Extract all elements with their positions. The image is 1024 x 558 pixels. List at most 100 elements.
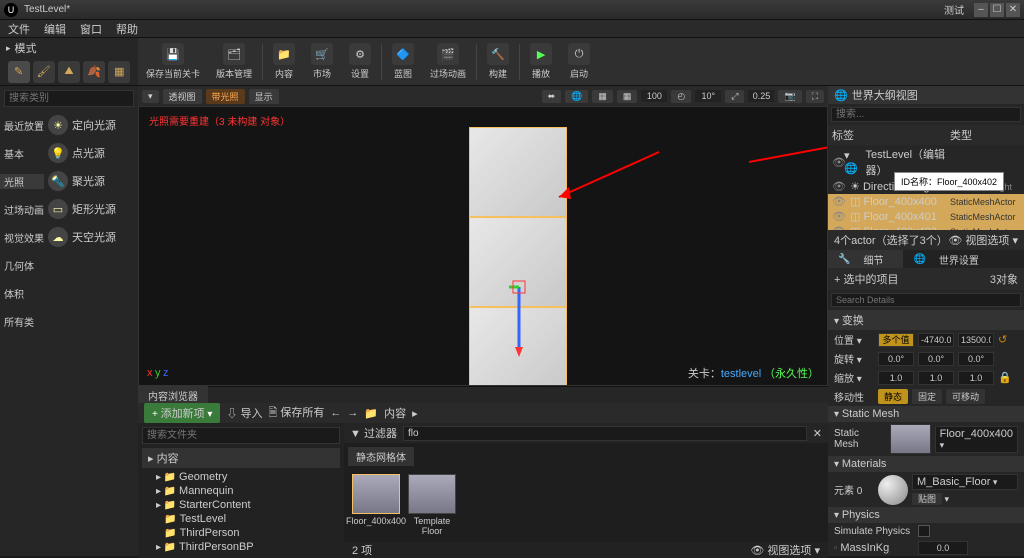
eye-icon[interactable]: 👁: [832, 180, 844, 193]
col-label[interactable]: 标签: [832, 127, 950, 143]
eye-icon[interactable]: 👁: [832, 195, 844, 208]
import-button[interactable]: ⇩ 导入: [226, 405, 262, 421]
vp-camera-icon[interactable]: 📷: [778, 90, 801, 103]
breadcrumb[interactable]: 内容: [384, 405, 406, 421]
mass-input[interactable]: [918, 541, 968, 555]
mobility-movable[interactable]: 可移动: [946, 389, 985, 404]
close-button[interactable]: ✕: [1006, 3, 1020, 17]
rot-x[interactable]: [878, 352, 914, 366]
outliner-view-options[interactable]: 👁 视图选项 ▾: [948, 232, 1018, 248]
lock-icon[interactable]: 🔒: [998, 371, 1012, 384]
toolbar-source[interactable]: 🗂版本管理: [208, 38, 260, 85]
maximize-button[interactable]: ☐: [990, 3, 1004, 17]
section-static-mesh[interactable]: ▾ Static Mesh: [828, 406, 1024, 422]
tree-thirdpersonbp[interactable]: ▸ 📁 ThirdPersonBP: [142, 540, 340, 554]
toolbar-cinematic[interactable]: 🎬过场动画: [422, 38, 474, 85]
mode-foliage-icon[interactable]: 🍂: [83, 61, 105, 83]
eye-icon[interactable]: 👁: [832, 210, 844, 223]
path-back[interactable]: ←: [330, 407, 341, 419]
tree-thirdperson[interactable]: 📁 ThirdPerson: [142, 526, 340, 540]
tree-root[interactable]: ▸ 内容: [142, 448, 340, 468]
path-fwd[interactable]: →: [347, 407, 358, 419]
toolbar-play[interactable]: ▶播放: [522, 38, 560, 85]
vp-coord-icon[interactable]: 🌐: [565, 90, 588, 103]
vp-show-button[interactable]: 显示: [249, 89, 279, 104]
menu-window[interactable]: 窗口: [80, 21, 102, 37]
mode-paint-icon[interactable]: 🖌: [33, 61, 55, 83]
pos-y[interactable]: [918, 333, 954, 347]
tree-geometry[interactable]: ▸ 📁 Geometry: [142, 470, 340, 484]
vp-lit-button[interactable]: 带光照: [206, 89, 245, 104]
vp-snap-value[interactable]: 100: [641, 90, 667, 102]
eye-icon[interactable]: 👁: [832, 156, 844, 169]
eye-icon[interactable]: 👁: [832, 225, 844, 230]
rot-z[interactable]: [958, 352, 994, 366]
menu-edit[interactable]: 编辑: [44, 21, 66, 37]
asset-floor[interactable]: Floor_400x400: [352, 474, 400, 536]
asset-template[interactable]: Template Floor: [408, 474, 456, 536]
menu-help[interactable]: 帮助: [116, 21, 138, 37]
mobility-fixed[interactable]: 固定: [912, 389, 942, 404]
toolbar-build[interactable]: 🔨构建: [479, 38, 517, 85]
item-directional-light[interactable]: ☀定向光源: [44, 115, 138, 135]
tree-mannequin[interactable]: ▸ 📁 Mannequin: [142, 484, 340, 498]
outliner-row-floor2[interactable]: 👁 ◫ Floor_400x402StaticMeshActor: [828, 224, 1024, 230]
tab-details[interactable]: 🔧 细节: [828, 250, 903, 268]
add-new-button[interactable]: + 添加新项 ▾: [144, 403, 220, 423]
filter-label[interactable]: ▼ 过滤器: [350, 425, 397, 441]
mode-landscape-icon[interactable]: ⛰: [58, 61, 80, 83]
mode-place-icon[interactable]: ✎: [8, 61, 30, 83]
toolbar-market[interactable]: 🛒市场: [303, 38, 341, 85]
material-dropdown[interactable]: M_Basic_Floor ▾: [912, 474, 1018, 490]
outliner-row-floor1[interactable]: 👁 ◫ Floor_400x401StaticMeshActor: [828, 209, 1024, 224]
item-point-light[interactable]: 💡点光源: [44, 143, 138, 163]
tab-all[interactable]: 所有类: [0, 314, 44, 329]
mobility-static[interactable]: 静态: [878, 389, 908, 404]
sim-checkbox[interactable]: [918, 525, 930, 537]
item-sky-light[interactable]: ☁天空光源: [44, 227, 138, 247]
scale-y[interactable]: [918, 371, 954, 385]
toolbar-content[interactable]: 📁内容: [265, 38, 303, 85]
vp-angle-icon[interactable]: ◴: [671, 90, 691, 103]
minimize-button[interactable]: –: [974, 3, 988, 17]
filter-clear-icon[interactable]: ✕: [813, 427, 822, 440]
vp-transform-icon[interactable]: ⬌: [542, 90, 562, 103]
rot-y[interactable]: [918, 352, 954, 366]
vp-surface-icon[interactable]: ▦: [592, 90, 613, 103]
toolbar-blueprint[interactable]: 🔷蓝图: [384, 38, 422, 85]
texture-chip[interactable]: 贴图: [912, 493, 942, 505]
col-type[interactable]: 类型: [950, 127, 1020, 143]
save-all-button[interactable]: 🗎 保存所有: [269, 404, 325, 423]
tab-basic[interactable]: 基本: [0, 146, 44, 161]
scale-x[interactable]: [878, 371, 914, 385]
tree-starter[interactable]: ▸ 📁 StarterContent: [142, 498, 340, 512]
filter-input[interactable]: [403, 426, 807, 441]
mesh-thumb[interactable]: [890, 424, 931, 454]
outliner-row-floor0[interactable]: 👁 ◫ Floor_400x400StaticMeshActor: [828, 194, 1024, 209]
material-ball-icon[interactable]: [878, 475, 908, 505]
toolbar-launch[interactable]: ⏻启动: [560, 38, 598, 85]
tab-recent[interactable]: 最近放置: [0, 118, 44, 133]
tab-visual[interactable]: 视觉效果: [0, 230, 44, 245]
mode-geometry-icon[interactable]: ▦: [108, 61, 130, 83]
scale-z[interactable]: [958, 371, 994, 385]
item-spot-light[interactable]: 🔦聚光源: [44, 171, 138, 191]
toolbar-settings[interactable]: ⚙设置: [341, 38, 379, 85]
reset-icon[interactable]: ↺: [998, 333, 1007, 346]
outliner-search[interactable]: [831, 107, 1021, 122]
menu-file[interactable]: 文件: [8, 21, 30, 37]
tab-lights[interactable]: 光照: [0, 174, 44, 189]
details-search[interactable]: [831, 293, 1021, 307]
place-search-input[interactable]: [4, 90, 134, 107]
viewport[interactable]: 光照需要重建（3 未构建 对象） x y z 关卡：testlevel （永久性…: [138, 106, 828, 386]
tree-testlevel[interactable]: 📁 TestLevel: [142, 512, 340, 526]
vp-angle-value[interactable]: 10°: [695, 90, 721, 102]
vp-menu-button[interactable]: ▾: [142, 90, 159, 103]
toolbar-save[interactable]: 💾保存当前关卡: [138, 38, 208, 85]
pos-x[interactable]: [878, 333, 914, 347]
section-transform[interactable]: ▾ 变换: [828, 310, 1024, 330]
tab-world-settings[interactable]: 🌐 世界设置: [903, 250, 998, 268]
content-browser-tab[interactable]: 内容浏览器: [138, 386, 208, 405]
tab-geometry[interactable]: 几何体: [0, 258, 44, 273]
tab-cinematic[interactable]: 过场动画: [0, 202, 44, 217]
